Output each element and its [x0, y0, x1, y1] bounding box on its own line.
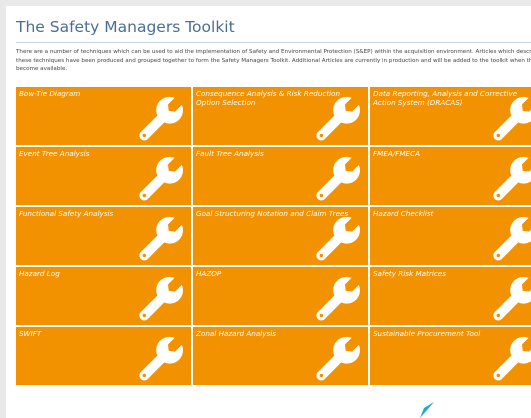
- tool-tile[interactable]: Safety Risk Matrices: [370, 267, 531, 325]
- tool-tile[interactable]: Event Tree Analysis: [16, 147, 191, 205]
- wrench-icon: [316, 156, 360, 201]
- wrench-icon: [493, 156, 531, 201]
- wrench-icon: [316, 276, 360, 321]
- wrench-icon: [139, 336, 183, 381]
- tool-tile[interactable]: Fault Tree Analysis: [193, 147, 368, 205]
- tool-tile[interactable]: Consequence Analysis & Risk Reduction Op…: [193, 87, 368, 145]
- wrench-icon: [493, 96, 531, 141]
- wrench-icon: [316, 216, 360, 261]
- tool-tile[interactable]: Goal Structuring Notation and Claim Tree…: [193, 207, 368, 265]
- wrench-icon: [139, 216, 183, 261]
- tool-tile[interactable]: Bow-Tie Diagram: [16, 87, 191, 145]
- toolkit-panel: The Safety Managers Toolkit There are a …: [6, 6, 531, 418]
- wrench-icon: [139, 96, 183, 141]
- mouse-pointer-icon: [420, 402, 434, 418]
- wrench-icon: [493, 216, 531, 261]
- tool-tile[interactable]: SWIFT: [16, 327, 191, 385]
- wrench-icon: [493, 276, 531, 321]
- wrench-icon: [316, 96, 360, 141]
- intro-text: There are a number of techniques which c…: [16, 49, 531, 72]
- tool-tile[interactable]: Functional Safety Analysis: [16, 207, 191, 265]
- title-divider: [16, 42, 531, 43]
- tool-tile[interactable]: HAZOP: [193, 267, 368, 325]
- tool-tile[interactable]: Zonal Hazard Analysis: [193, 327, 368, 385]
- wrench-icon: [316, 336, 360, 381]
- page-title: The Safety Managers Toolkit: [16, 18, 235, 36]
- wrench-icon: [139, 276, 183, 321]
- tool-tile[interactable]: FMEA/FMECA: [370, 147, 531, 205]
- tool-tile[interactable]: Hazard Checklist: [370, 207, 531, 265]
- tool-tile[interactable]: Sustainable Procurement Tool: [370, 327, 531, 385]
- wrench-icon: [493, 336, 531, 381]
- tool-tile[interactable]: Hazard Log: [16, 267, 191, 325]
- tool-tile[interactable]: Data Reporting, Analysis and Corrective …: [370, 87, 531, 145]
- wrench-icon: [139, 156, 183, 201]
